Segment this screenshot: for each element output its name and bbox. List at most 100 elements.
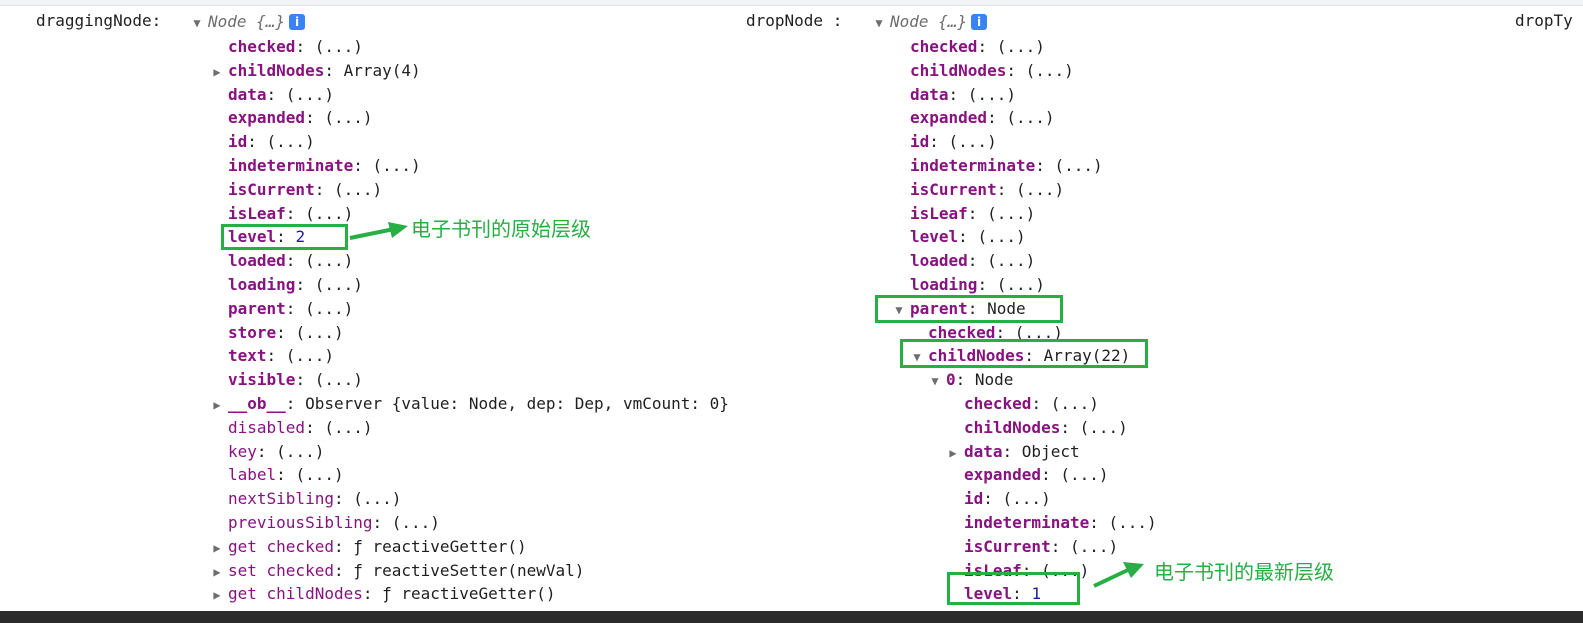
expand-right-icon[interactable]: ▶ (210, 537, 224, 560)
expand-down-icon[interactable]: ▼ (928, 370, 942, 393)
property-row: indeterminate: (...) (910, 156, 1103, 175)
expand-right-icon[interactable]: ▶ (210, 61, 224, 84)
property-row: loading: (...) (228, 275, 363, 294)
property-row: id: (...) (228, 132, 315, 152)
property-row[interactable]: ▶ get checked: ƒ reactiveGetter() (213, 535, 527, 558)
property-key: visible (228, 370, 296, 390)
property-row: indeterminate: (...) (964, 513, 1157, 532)
property-row: disabled: (...) (228, 417, 373, 437)
property-row: childNodes: (...) (910, 60, 1074, 80)
property-key: store (228, 322, 277, 342)
dragging-node-summary[interactable]: ▼ Node {…} i (190, 10, 306, 35)
property-row: isCurrent: (...) (910, 179, 1065, 199)
property-key: childNodes (228, 60, 325, 80)
drop-type-label: dropTy (1515, 11, 1573, 30)
property-key: id (228, 132, 248, 152)
property-key: expanded (228, 108, 306, 128)
property-value: (...) (1002, 489, 1051, 509)
property-row: level: (...) (910, 227, 1026, 247)
property-row: childNodes: (...) (964, 417, 1128, 437)
drop-node-label: dropNode : (746, 11, 843, 30)
property-row: expanded: (...) (910, 108, 1055, 128)
property-key: isCurrent (964, 536, 1051, 556)
property-value: ƒ reactiveSetter(newVal) (353, 560, 585, 580)
property-key: parent (228, 298, 286, 318)
property-value: (...) (987, 203, 1036, 223)
property-key: childNodes (910, 60, 1007, 80)
property-row[interactable]: ▼ 0: Node (931, 368, 1014, 391)
property-key: indeterminate (964, 513, 1090, 532)
info-icon[interactable]: i (289, 14, 306, 30)
property-value: (...) (295, 465, 344, 485)
property-value: (...) (324, 108, 373, 128)
drop-node-summary[interactable]: ▼ Node {…} i (872, 10, 988, 35)
window-bottom-edge (0, 611, 1583, 623)
property-key: data (228, 84, 267, 104)
property-value: (...) (353, 489, 402, 509)
property-row: nextSibling: (...) (228, 489, 402, 509)
property-row: checked: (...) (964, 394, 1099, 413)
property-key: indeterminate (228, 156, 354, 175)
property-value: Object (1021, 441, 1080, 461)
expand-down-icon[interactable]: ▼ (872, 12, 886, 35)
property-row: text: (...) (228, 346, 334, 366)
property-value: (...) (1050, 394, 1099, 413)
property-row: isCurrent: (...) (964, 536, 1119, 556)
new-level-highlight-box (947, 572, 1080, 605)
property-value: (...) (1015, 179, 1065, 199)
property-row: loaded: (...) (910, 251, 1036, 271)
property-value: (...) (1069, 536, 1119, 556)
property-key: isLeaf (910, 203, 968, 223)
expand-right-icon[interactable]: ▶ (946, 442, 960, 465)
property-key: id (964, 489, 984, 509)
expand-down-icon[interactable]: ▼ (190, 12, 204, 35)
info-icon[interactable]: i (971, 14, 988, 30)
property-row: parent: (...) (228, 298, 354, 318)
property-row: checked: (...) (910, 37, 1045, 56)
property-row: indeterminate: (...) (228, 156, 421, 175)
property-value: (...) (333, 179, 383, 199)
property-key: data (910, 84, 949, 104)
property-key: indeterminate (910, 156, 1036, 175)
property-row[interactable]: ▶ get childNodes: ƒ reactiveGetter() (213, 582, 555, 605)
property-row: visible: (...) (228, 370, 363, 390)
property-row: previousSibling: (...) (228, 513, 440, 532)
property-key: isCurrent (228, 179, 315, 199)
expand-right-icon[interactable]: ▶ (210, 561, 224, 584)
property-key: checked (228, 37, 296, 56)
property-value: (...) (996, 275, 1045, 294)
property-value: (...) (1025, 60, 1074, 80)
arrow-icon (349, 222, 408, 240)
property-row: key: (...) (228, 441, 325, 461)
property-key: text (228, 346, 267, 366)
property-row: data: (...) (228, 84, 334, 104)
property-key: checked (910, 37, 978, 56)
property-key: loading (228, 275, 296, 294)
property-value: (...) (1108, 513, 1157, 532)
property-row: isLeaf: (...) (228, 203, 354, 223)
expand-right-icon[interactable]: ▶ (210, 394, 224, 417)
property-key: data (964, 441, 1003, 461)
property-value: Node (974, 370, 1014, 390)
property-row[interactable]: ▶ __ob__: Observer {value: Node, dep: Dep… (213, 392, 729, 415)
property-row: isCurrent: (...) (228, 179, 383, 199)
property-key: set checked (228, 560, 334, 580)
property-row[interactable]: ▶ data: Object (949, 440, 1080, 463)
property-value: (...) (314, 37, 363, 56)
property-value: Observer {value: Node, dep: Dep, vmCount… (305, 394, 729, 413)
parent-highlight-box (875, 295, 1063, 323)
property-key: loaded (228, 251, 286, 271)
property-row[interactable]: ▶ set checked: ƒ reactiveSetter(newVal) (213, 559, 585, 582)
dragging-node-label: draggingNode: (36, 11, 162, 30)
property-row: id: (...) (964, 489, 1051, 509)
property-value: (...) (372, 156, 421, 175)
expand-right-icon[interactable]: ▶ (210, 584, 224, 607)
property-value: (...) (1054, 156, 1103, 175)
property-value: (...) (1079, 417, 1128, 437)
property-key: get childNodes (228, 584, 363, 604)
property-value: (...) (314, 370, 363, 390)
property-value: ƒ reactiveGetter() (353, 536, 527, 556)
property-row[interactable]: ▶ childNodes: Array(4) (213, 59, 420, 82)
property-value: (...) (391, 513, 440, 532)
property-value: (...) (967, 84, 1016, 104)
